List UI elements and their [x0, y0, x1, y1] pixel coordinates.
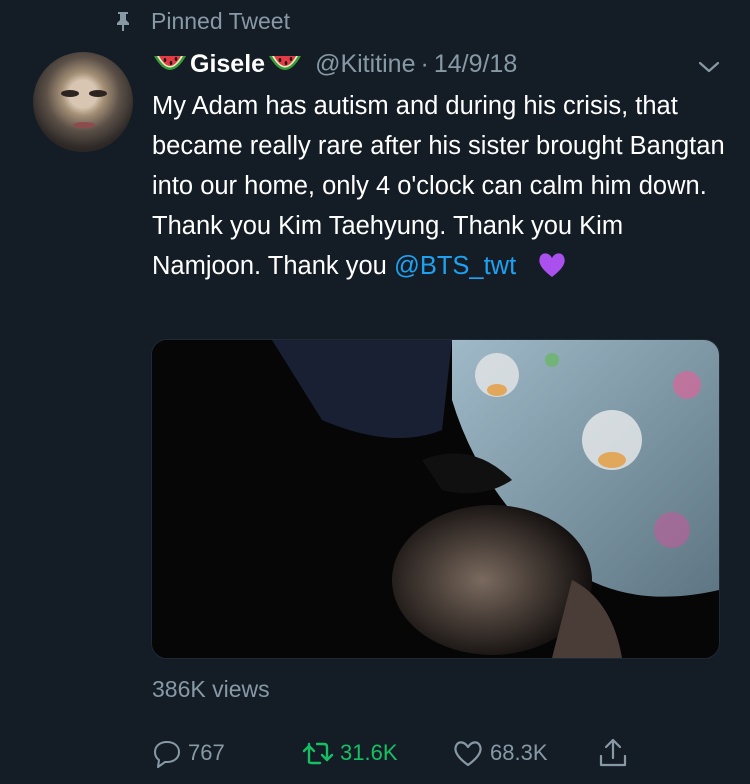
watermelon-icon: [269, 56, 302, 70]
separator: ·: [420, 49, 429, 78]
tweet-date[interactable]: 14/9/18: [434, 50, 517, 79]
avatar[interactable]: [33, 52, 133, 152]
retweet-count: 31.6K: [340, 740, 398, 765]
tweet-video[interactable]: [151, 339, 720, 659]
like-icon: [454, 741, 482, 767]
mention-link[interactable]: @BTS_twt: [394, 252, 516, 280]
like-button[interactable]: 68.3K: [452, 736, 548, 770]
purple-heart-icon: [539, 253, 565, 277]
reply-count: 767: [188, 740, 225, 765]
user-handle[interactable]: @Kititine: [315, 50, 415, 79]
tweet-actions: 767 31.6K 68.3K: [152, 736, 652, 770]
pinned-tweet-label: Pinned Tweet: [112, 6, 290, 36]
pin-icon: [117, 12, 129, 31]
share-button[interactable]: [597, 736, 635, 770]
chevron-down-icon[interactable]: [697, 55, 721, 79]
tweet-text: My Adam has autism and during his crisis…: [152, 86, 732, 286]
retweet-icon: [302, 742, 334, 765]
share-icon: [599, 738, 627, 767]
video-frame-image: [152, 340, 719, 658]
reply-icon: [154, 741, 180, 768]
watermelon-icon: [154, 56, 186, 70]
retweet-button[interactable]: 31.6K: [302, 736, 398, 770]
view-count: 386K views: [152, 676, 270, 702]
display-name[interactable]: Gisele: [190, 50, 265, 79]
pinned-text: Pinned Tweet: [151, 7, 290, 34]
like-count: 68.3K: [490, 740, 548, 765]
reply-button[interactable]: 767: [152, 736, 225, 770]
tweet-header: Gisele @Kititine · 14/9/18: [152, 46, 722, 82]
